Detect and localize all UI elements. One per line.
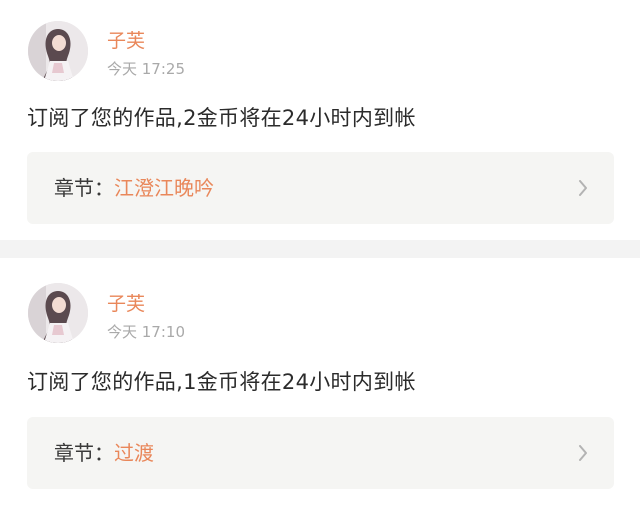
username[interactable]: 子芙 <box>107 293 145 315</box>
notification-card: 子芙 今天 17:10 订阅了您的作品,1金币将在24小时内到帐 章节：过渡 <box>0 258 640 505</box>
timestamp: 今天 17:25 <box>107 60 185 78</box>
chevron-right-icon <box>579 180 587 196</box>
timestamp: 今天 17:10 <box>107 323 185 341</box>
chapter-label: 章节： <box>54 441 114 465</box>
chapter-text: 章节：江澄江晚吟 <box>54 176 214 200</box>
chapter-text: 章节：过渡 <box>54 441 154 465</box>
avatar[interactable] <box>28 283 88 343</box>
chapter-link[interactable]: 章节：江澄江晚吟 <box>27 152 614 224</box>
chapter-label: 章节： <box>54 176 114 200</box>
notification-message: 订阅了您的作品,2金币将在24小时内到帐 <box>27 106 416 130</box>
section-divider <box>0 240 640 258</box>
notification-card: 子芙 今天 17:25 订阅了您的作品,2金币将在24小时内到帐 章节：江澄江晚… <box>0 0 640 240</box>
chapter-title: 江澄江晚吟 <box>114 176 214 200</box>
avatar-image <box>28 283 88 343</box>
notification-message: 订阅了您的作品,1金币将在24小时内到帐 <box>27 370 416 394</box>
chapter-title: 过渡 <box>114 441 154 465</box>
chapter-link[interactable]: 章节：过渡 <box>27 417 614 489</box>
username[interactable]: 子芙 <box>107 30 145 52</box>
avatar[interactable] <box>28 21 88 81</box>
avatar-image <box>28 21 88 81</box>
chevron-right-icon <box>579 445 587 461</box>
